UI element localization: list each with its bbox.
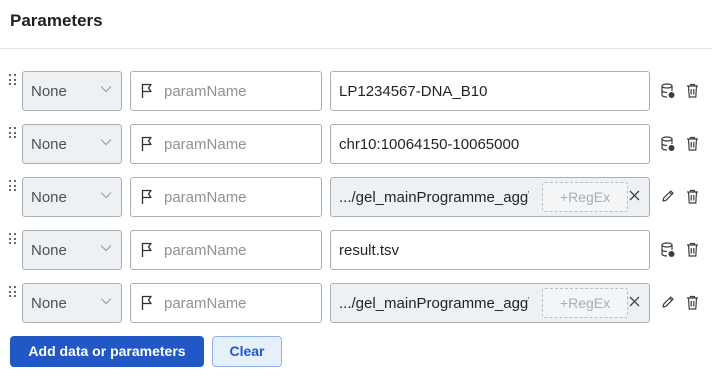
trash-icon[interactable] <box>686 189 699 204</box>
chevron-down-icon <box>100 139 112 146</box>
param-name-input[interactable]: paramName <box>130 230 322 270</box>
clear-button[interactable]: Clear <box>212 336 282 367</box>
chevron-down-icon <box>100 298 112 305</box>
flag-icon <box>141 83 152 98</box>
type-select[interactable]: None <box>22 283 122 323</box>
regex-button[interactable]: +RegEx <box>542 288 628 318</box>
type-select-value: None <box>31 189 67 206</box>
pencil-icon[interactable] <box>661 189 675 203</box>
param-name-placeholder: paramName <box>164 83 247 100</box>
param-value-input[interactable]: LP1234567-DNA_B10 <box>330 71 650 111</box>
param-value-text: chr10:10064150-10065000 <box>339 136 520 153</box>
parameter-row: None paramName LP1234567-DNA_B10 <box>0 71 712 111</box>
drag-handle-icon[interactable] <box>9 233 19 245</box>
parameter-row: None paramName .../gel_mainProgramme_agg… <box>0 177 712 217</box>
flag-icon <box>141 189 152 204</box>
trash-icon[interactable] <box>686 295 699 310</box>
type-select-value: None <box>31 295 67 312</box>
chevron-down-icon <box>100 192 112 199</box>
parameter-row: None paramName .../gel_mainProgramme_agg… <box>0 283 712 323</box>
file-path-field[interactable]: .../gel_mainProgramme_agg\ +RegEx <box>330 283 650 323</box>
file-path-text: .../gel_mainProgramme_agg\ <box>339 295 529 312</box>
parameter-row: None paramName chr10:10064150-10065000 <box>0 124 712 164</box>
type-select-value: None <box>31 83 67 100</box>
drag-handle-icon[interactable] <box>9 127 19 139</box>
trash-icon[interactable] <box>686 83 699 98</box>
param-name-placeholder: paramName <box>164 189 247 206</box>
regex-button[interactable]: +RegEx <box>542 182 628 212</box>
param-value-text: LP1234567-DNA_B10 <box>339 83 488 100</box>
param-name-placeholder: paramName <box>164 242 247 259</box>
database-icon[interactable] <box>661 136 675 152</box>
param-name-placeholder: paramName <box>164 136 247 153</box>
param-name-input[interactable]: paramName <box>130 124 322 164</box>
param-name-placeholder: paramName <box>164 295 247 312</box>
page-title: Parameters <box>10 11 103 30</box>
chevron-down-icon <box>100 86 112 93</box>
parameter-list: None paramName LP1234567-DNA_B10 None pa… <box>0 71 712 336</box>
flag-icon <box>141 295 152 310</box>
drag-handle-icon[interactable] <box>9 74 19 86</box>
type-select-value: None <box>31 242 67 259</box>
type-select[interactable]: None <box>22 71 122 111</box>
close-icon[interactable] <box>629 296 640 307</box>
file-path-text: .../gel_mainProgramme_agg\ <box>339 189 529 206</box>
param-value-input[interactable]: chr10:10064150-10065000 <box>330 124 650 164</box>
file-path-field[interactable]: .../gel_mainProgramme_agg\ +RegEx <box>330 177 650 217</box>
database-icon[interactable] <box>661 83 675 99</box>
pencil-icon[interactable] <box>661 295 675 309</box>
trash-icon[interactable] <box>686 136 699 151</box>
database-icon[interactable] <box>661 242 675 258</box>
param-name-input[interactable]: paramName <box>130 177 322 217</box>
close-icon[interactable] <box>629 190 640 201</box>
chevron-down-icon <box>100 245 112 252</box>
type-select[interactable]: None <box>22 124 122 164</box>
add-data-or-parameters-button[interactable]: Add data or parameters <box>10 336 204 367</box>
flag-icon <box>141 136 152 151</box>
param-value-text: result.tsv <box>339 242 400 259</box>
drag-handle-icon[interactable] <box>9 180 19 192</box>
type-select[interactable]: None <box>22 177 122 217</box>
param-name-input[interactable]: paramName <box>130 283 322 323</box>
type-select[interactable]: None <box>22 230 122 270</box>
param-value-input[interactable]: result.tsv <box>330 230 650 270</box>
parameter-row: None paramName result.tsv <box>0 230 712 270</box>
panel-header: Parameters <box>0 0 712 49</box>
flag-icon <box>141 242 152 257</box>
param-name-input[interactable]: paramName <box>130 71 322 111</box>
drag-handle-icon[interactable] <box>9 286 19 298</box>
type-select-value: None <box>31 136 67 153</box>
trash-icon[interactable] <box>686 242 699 257</box>
